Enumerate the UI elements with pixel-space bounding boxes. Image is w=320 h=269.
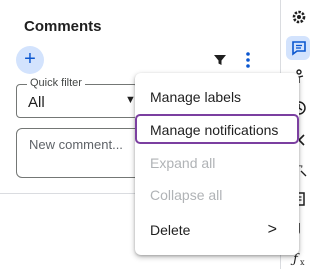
svg-text:x: x: [300, 258, 305, 267]
menu-item-expand-all: Expand all: [135, 147, 299, 179]
new-comment-placeholder: New comment...: [29, 137, 123, 152]
chevron-right-icon: >: [267, 221, 277, 238]
add-comment-button[interactable]: +: [16, 46, 44, 74]
menu-item-label: Collapse all: [150, 187, 223, 203]
more-vert-icon[interactable]: [242, 50, 254, 70]
menu-item-label: Expand all: [150, 155, 216, 171]
panel-title: Comments: [24, 18, 102, 35]
menu-item-manage-labels[interactable]: Manage labels: [135, 81, 299, 113]
quick-filter-label: Quick filter: [27, 77, 85, 89]
quick-filter-value: All: [28, 94, 45, 111]
filter-icon[interactable]: [212, 52, 228, 68]
menu-item-collapse-all: Collapse all: [135, 179, 299, 211]
menu-item-label: Manage labels: [150, 89, 242, 105]
menu-item-delete[interactable]: Delete >: [135, 214, 299, 246]
context-menu: Manage labels Manage notifications Expan…: [135, 73, 299, 255]
menu-item-label: Delete: [150, 222, 191, 238]
settings-icon[interactable]: [290, 8, 308, 26]
comments-icon[interactable]: [290, 39, 308, 57]
menu-item-manage-notifications[interactable]: Manage notifications: [135, 114, 299, 144]
menu-item-label: Manage notifications: [150, 122, 279, 138]
plus-icon: +: [24, 48, 36, 70]
quick-filter-select[interactable]: Quick filter All ▼: [16, 77, 138, 118]
